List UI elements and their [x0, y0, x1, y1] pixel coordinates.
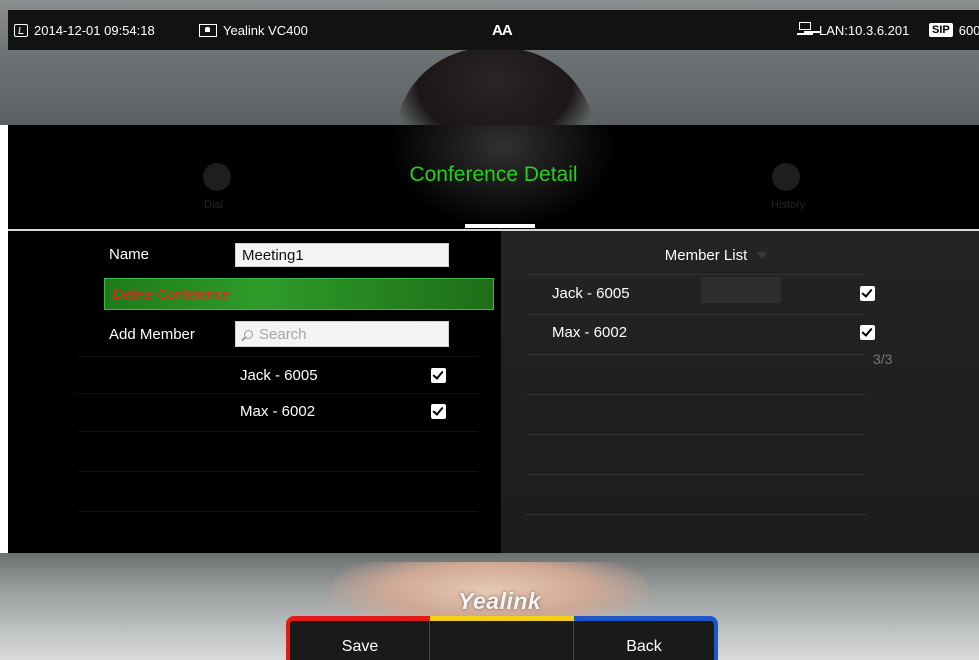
search-icon — [244, 329, 253, 339]
font-size-toggle[interactable]: AA — [492, 10, 513, 50]
contact-checkbox-max[interactable] — [431, 404, 446, 419]
member-checkbox-max[interactable] — [860, 325, 875, 340]
datetime-item: 2014-12-01 09:54:18 — [14, 10, 155, 50]
device-name: Yealink VC400 — [223, 22, 308, 38]
chevron-down-icon — [757, 252, 767, 259]
lan-item: LAN:10.3.6.201 — [797, 10, 909, 50]
delete-conference-label: Delete Conference — [113, 286, 230, 302]
row-divider — [526, 514, 866, 515]
row-divider — [78, 471, 478, 472]
clock-icon — [14, 23, 28, 37]
member-list-panel: Member List Jack - 6005 Max - 6002 3/3 — [501, 231, 979, 553]
save-button[interactable]: Save — [286, 616, 430, 660]
row-divider — [526, 274, 866, 275]
back-button[interactable]: Back — [574, 616, 718, 660]
member-item-max[interactable]: Max - 6002 — [552, 324, 627, 341]
ghost-tab-dial: Dial — [204, 199, 223, 211]
add-member-label: Add Member — [109, 326, 195, 343]
delete-conference-button[interactable]: Delete Conference — [104, 278, 494, 310]
member-list-title: Member List — [664, 247, 748, 264]
row-divider — [78, 356, 478, 357]
ghost-tab-history: History — [771, 199, 806, 211]
row-divider — [526, 354, 866, 355]
sip-badge: SIP — [929, 23, 953, 37]
datetime-text: 2014-12-01 09:54:18 — [34, 22, 155, 38]
member-item-jack[interactable]: Jack - 6005 — [552, 285, 630, 302]
row-divider — [526, 434, 866, 435]
yealink-logo: Yealink — [458, 588, 542, 614]
middle-softkey[interactable] — [430, 616, 574, 660]
softkey-divider — [573, 621, 574, 660]
lan-address: LAN:10.3.6.201 — [819, 22, 910, 38]
row-divider — [526, 474, 866, 475]
page-header: Dial History Conference Detail — [8, 125, 979, 229]
contact-checkbox-jack[interactable] — [431, 368, 446, 383]
member-checkbox-jack[interactable] — [860, 286, 875, 301]
name-label: Name — [109, 246, 150, 263]
row-divider — [78, 511, 478, 512]
vc400-screen: Yealink 2014-12-01 09:54:18 Yealink VC40… — [0, 0, 979, 660]
sip-item: SIP 6004 — [929, 10, 979, 50]
row-divider — [526, 394, 866, 395]
status-bar: 2014-12-01 09:54:18 Yealink VC400 AA LAN… — [8, 10, 979, 50]
softkey-divider — [429, 621, 430, 660]
name-field[interactable] — [235, 243, 449, 267]
softkey-bar: Save Back — [286, 616, 718, 660]
device-item: Yealink VC400 — [199, 10, 308, 50]
row-divider — [526, 314, 866, 315]
conference-form-panel: Name Delete Conference Add Member Search… — [8, 231, 501, 553]
row-highlight — [701, 277, 781, 303]
page-indicator: 3/3 — [873, 351, 893, 367]
row-divider — [78, 393, 478, 394]
display-icon — [199, 23, 217, 37]
sip-account: 6004 — [958, 22, 979, 38]
active-tab-indicator — [465, 224, 535, 228]
contact-item-jack[interactable]: Jack - 6005 — [240, 367, 318, 384]
search-placeholder: Search — [259, 325, 307, 343]
contact-item-max[interactable]: Max - 6002 — [240, 403, 315, 420]
page-title: Conference Detail — [409, 163, 578, 186]
network-icon — [797, 22, 813, 38]
row-divider — [78, 431, 478, 432]
search-input[interactable]: Search — [235, 321, 449, 347]
